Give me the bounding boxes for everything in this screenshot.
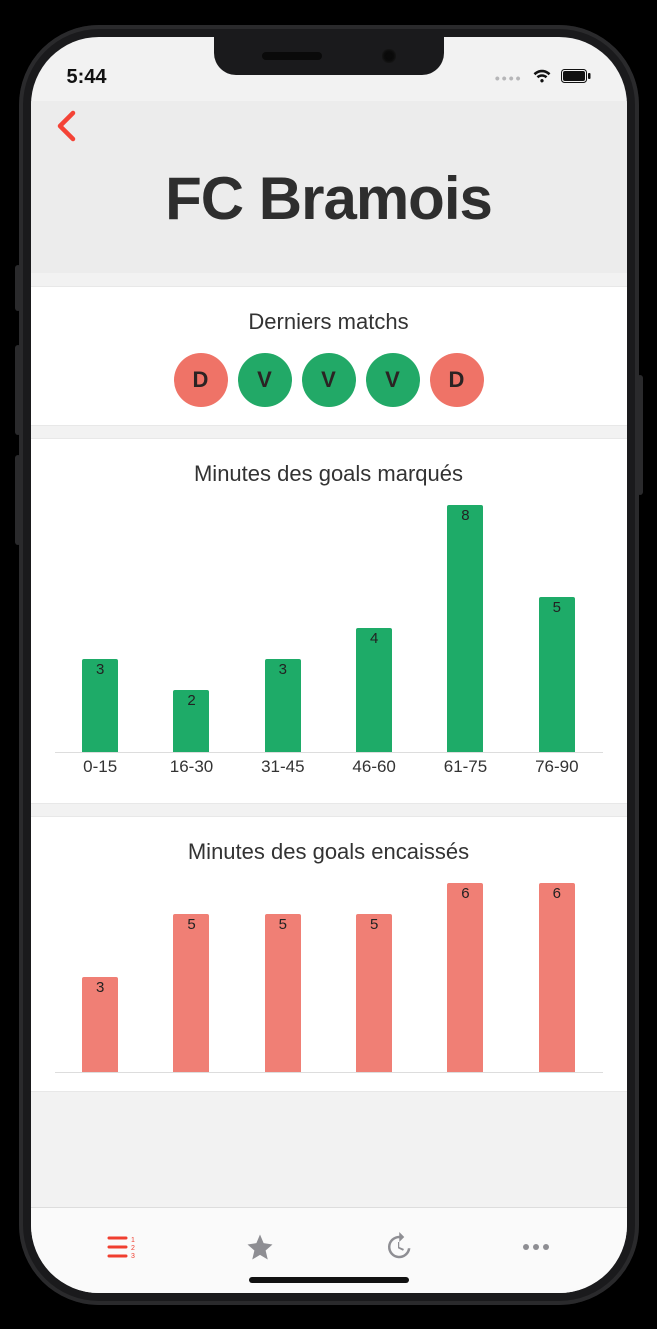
- goals-conceded-title: Minutes des goals encaissés: [45, 839, 613, 865]
- tab-more[interactable]: [467, 1242, 605, 1252]
- chart-x-tick: 16-30: [146, 757, 237, 785]
- chart-bar-value: 5: [553, 599, 561, 616]
- chart-bar-value: 6: [461, 885, 469, 902]
- goals-scored-card: Minutes des goals marqués 3 2 3 4 8 5 0-1516-…: [31, 439, 627, 803]
- goals-scored-chart: 3 2 3 4 8 5 0-1516-3031-4546-6061-7576-90: [55, 505, 603, 785]
- chart-bar: 6: [447, 883, 483, 1072]
- chart-bar-value: 5: [370, 916, 378, 933]
- match-result-pill: D: [430, 353, 484, 407]
- chart-bar: 8: [447, 505, 483, 752]
- chart-bar-value: 5: [187, 916, 195, 933]
- chart-bar: 3: [82, 659, 118, 752]
- goals-conceded-card: Minutes des goals encaissés 3 5 5 5 6 6: [31, 817, 627, 1091]
- svg-text:3: 3: [131, 1253, 135, 1260]
- chart-bar-value: 6: [553, 885, 561, 902]
- match-result-pill: V: [302, 353, 356, 407]
- chart-bar: 6: [539, 883, 575, 1072]
- status-time: 5:44: [67, 66, 107, 89]
- page-title: FC Bramois: [49, 164, 609, 233]
- recent-matches-card: Derniers matchs DVVVD: [31, 287, 627, 425]
- chart-bar: 3: [82, 977, 118, 1072]
- match-result-pill: D: [174, 353, 228, 407]
- match-result-pill: V: [238, 353, 292, 407]
- chart-bar: 5: [265, 914, 301, 1072]
- tab-favorites[interactable]: [191, 1232, 329, 1262]
- recent-matches-pills: DVVVD: [45, 353, 613, 407]
- chart-bar: 4: [356, 628, 392, 752]
- chart-x-tick: 76-90: [511, 757, 602, 785]
- battery-icon: [561, 66, 591, 89]
- chart-bar-value: 3: [96, 661, 104, 678]
- chart-bar: 5: [539, 597, 575, 751]
- tab-standings[interactable]: 123: [53, 1234, 191, 1260]
- tab-history[interactable]: [329, 1232, 467, 1262]
- cellular-icon: ••••: [495, 70, 523, 86]
- chart-bar: 2: [173, 690, 209, 752]
- chart-x-tick: 0-15: [55, 757, 146, 785]
- chart-bar: 3: [265, 659, 301, 752]
- svg-text:1: 1: [131, 1237, 135, 1244]
- chart-bar-value: 5: [279, 916, 287, 933]
- goals-scored-title: Minutes des goals marqués: [45, 461, 613, 487]
- home-indicator[interactable]: [249, 1277, 409, 1283]
- svg-text:2: 2: [131, 1245, 135, 1252]
- wifi-icon: [531, 66, 553, 89]
- chart-bar: 5: [173, 914, 209, 1072]
- chart-bar: 5: [356, 914, 392, 1072]
- chart-x-tick: 46-60: [328, 757, 419, 785]
- chart-bar-value: 3: [279, 661, 287, 678]
- recent-matches-title: Derniers matchs: [45, 309, 613, 335]
- back-button[interactable]: [49, 107, 83, 154]
- chart-x-tick: 61-75: [420, 757, 511, 785]
- chart-x-tick: 31-45: [237, 757, 328, 785]
- chart-bar-value: 3: [96, 979, 104, 996]
- chart-bar-value: 8: [461, 507, 469, 524]
- match-result-pill: V: [366, 353, 420, 407]
- chart-bar-value: 4: [370, 630, 378, 647]
- chart-bar-value: 2: [187, 692, 195, 709]
- content-scroll[interactable]: Derniers matchs DVVVD Minutes des goals …: [31, 273, 627, 1207]
- phone-frame: 5:44 •••• FC Bramois Derniers matchs DVV…: [19, 25, 639, 1305]
- goals-conceded-chart: 3 5 5 5 6 6: [55, 883, 603, 1073]
- screen: 5:44 •••• FC Bramois Derniers matchs DVV…: [31, 37, 627, 1293]
- notch: [214, 37, 444, 75]
- header: FC Bramois: [31, 101, 627, 273]
